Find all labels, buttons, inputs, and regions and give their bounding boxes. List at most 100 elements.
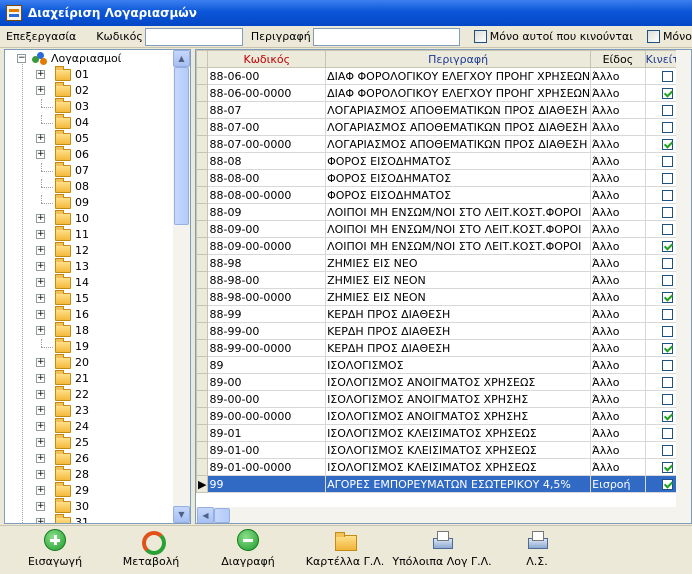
row-indicator[interactable] [196, 390, 209, 408]
cell-code[interactable]: 88-98-00-0000 [207, 288, 327, 306]
tree-item-19[interactable]: 19 [5, 338, 173, 355]
tree-item-10[interactable]: +10 [5, 210, 173, 227]
cell-code[interactable]: 88-98 [207, 254, 327, 272]
moving-checkbox[interactable] [662, 445, 674, 456]
tree-item-12[interactable]: +12 [5, 242, 173, 259]
cell-description[interactable]: ΛΟΓΑΡΙΑΣΜΟΣ ΑΠΟΘΕΜΑΤΙΚΩΝ ΠΡΟΣ ΔΙΑΘΕΣΗ [325, 101, 592, 119]
cell-type[interactable]: Άλλο [590, 118, 646, 136]
cell-type[interactable]: Άλλο [590, 169, 646, 187]
accounts-tree[interactable]: − Λογαριασμοί +01 +02 03 04 +05 +06 07 08 09 +10 +… [4, 49, 191, 524]
ledger-balances-button[interactable]: Υπόλοιπα Λογ Γ.Λ. [392, 529, 492, 568]
cell-type[interactable]: Άλλο [590, 373, 646, 391]
row-indicator[interactable] [196, 271, 209, 289]
cell-type[interactable]: Άλλο [590, 135, 646, 153]
cell-code[interactable]: 88-08-00-0000 [207, 186, 327, 204]
row-indicator[interactable] [196, 220, 209, 238]
tree-item-26[interactable]: +26 [5, 450, 173, 467]
cell-code[interactable]: 89-00-00-0000 [207, 407, 327, 425]
accounts-grid[interactable]: Κωδικός Περιγραφή Είδος Κινείται 88-06-0… [195, 49, 692, 524]
cell-description[interactable]: ΙΣΟΛΟΓΙΣΜΟΣ ΚΛΕΙΣΙΜΑΤΟΣ ΧΡΗΣΕΩΣ [325, 458, 592, 476]
moving-checkbox[interactable] [662, 156, 674, 167]
scroll-thumb[interactable] [214, 508, 230, 523]
row-indicator[interactable]: ▶ [196, 475, 209, 493]
table-row[interactable]: 88-98 ΖΗΜΙΕΣ ΕΙΣ ΝΕΟ Άλλο [196, 254, 691, 272]
scroll-thumb[interactable] [174, 67, 189, 225]
tree-item-16[interactable]: +16 [5, 306, 173, 323]
row-indicator[interactable] [196, 84, 209, 102]
cell-description[interactable]: ΙΣΟΛΟΓΙΣΜΟΣ ΑΝΟΙΓΜΑΤΟΣ ΧΡΗΣΗΣ [325, 407, 592, 425]
moving-checkbox[interactable] [662, 462, 674, 473]
cell-code[interactable]: 88-09-00-0000 [207, 237, 327, 255]
row-indicator[interactable] [196, 254, 209, 272]
expand-icon[interactable]: + [36, 326, 45, 335]
cell-description[interactable]: ΔΙΑΦ ΦΟΡΟΛΟΓΙΚΟΥ ΕΛΕΓΧΟΥ ΠΡΟΗΓ ΧΡΗΣΕΩΝ [325, 84, 592, 102]
moving-checkbox[interactable] [662, 326, 674, 337]
cell-type[interactable]: Άλλο [590, 305, 646, 323]
row-indicator[interactable] [196, 169, 209, 187]
cell-type[interactable]: Άλλο [590, 288, 646, 306]
expand-icon[interactable]: + [36, 150, 45, 159]
cell-description[interactable]: ΛΟΓΑΡΙΑΣΜΟΣ ΑΠΟΘΕΜΑΤΙΚΩΝ ΠΡΟΣ ΔΙΑΘΕΣΗ [325, 135, 592, 153]
table-row[interactable]: 89-01 ΙΣΟΛΟΓΙΣΜΟΣ ΚΛΕΙΣΙΜΑΤΟΣ ΧΡΗΣΕΩΣ Άλλο [196, 424, 691, 442]
cell-description[interactable]: ΑΓΟΡΕΣ ΕΜΠΟΡΕΥΜΑΤΩΝ ΕΣΩΤΕΡΙΚΟΥ 4,5% [325, 475, 592, 493]
expand-icon[interactable]: + [36, 374, 45, 383]
expand-icon[interactable]: + [36, 518, 45, 523]
expand-icon[interactable]: + [36, 358, 45, 367]
cell-type[interactable]: Άλλο [590, 220, 646, 238]
tree-item-22[interactable]: +22 [5, 386, 173, 403]
cell-type[interactable]: Άλλο [590, 441, 646, 459]
cell-description[interactable]: ΚΕΡΔΗ ΠΡΟΣ ΔΙΑΘΕΣΗ [325, 322, 592, 340]
tree-item-07[interactable]: 07 [5, 162, 173, 179]
cell-type[interactable]: Άλλο [590, 101, 646, 119]
moving-checkbox[interactable] [662, 258, 674, 269]
row-indicator[interactable] [196, 322, 209, 340]
tree-item-11[interactable]: +11 [5, 226, 173, 243]
cell-description[interactable]: ΛΟΓΑΡΙΑΣΜΟΣ ΑΠΟΘΕΜΑΤΙΚΩΝ ΠΡΟΣ ΔΙΑΘΕΣΗ [325, 118, 592, 136]
cell-description[interactable]: ΖΗΜΙΕΣ ΕΙΣ ΝΕΟΝ [325, 288, 592, 306]
table-row[interactable]: 88-06-00-0000 ΔΙΑΦ ΦΟΡΟΛΟΓΙΚΟΥ ΕΛΕΓΧΟΥ ΠΡ… [196, 84, 691, 102]
table-row[interactable]: ▶ 99 ΑΓΟΡΕΣ ΕΜΠΟΡΕΥΜΑΤΩΝ ΕΣΩΤΕΡΙΚΟΥ 4,5% Ει… [196, 475, 691, 493]
cell-description[interactable]: ΚΕΡΔΗ ΠΡΟΣ ΔΙΑΘΕΣΗ [325, 339, 592, 357]
tree-vertical-scrollbar[interactable]: ▲ ▼ [173, 50, 190, 523]
tree-item-06[interactable]: +06 [5, 146, 173, 163]
table-row[interactable]: 88-98-00-0000 ΖΗΜΙΕΣ ΕΙΣ ΝΕΟΝ Άλλο [196, 288, 691, 306]
tree-item-23[interactable]: +23 [5, 402, 173, 419]
cell-code[interactable]: 89 [207, 356, 327, 374]
cell-description[interactable]: ΦΟΡΟΣ ΕΙΣΟΔΗΜΑΤΟΣ [325, 186, 592, 204]
cell-code[interactable]: 99 [207, 475, 327, 493]
expand-icon[interactable]: + [36, 438, 45, 447]
row-indicator[interactable] [196, 288, 209, 306]
expand-icon[interactable]: + [36, 86, 45, 95]
row-indicator[interactable] [196, 373, 209, 391]
tree-item-14[interactable]: +14 [5, 274, 173, 291]
cell-type[interactable]: Άλλο [590, 152, 646, 170]
cell-description[interactable]: ΔΙΑΦ ΦΟΡΟΛΟΓΙΚΟΥ ΕΛΕΓΧΟΥ ΠΡΟΗΓ ΧΡΗΣΕΩΝ [325, 67, 592, 85]
moving-checkbox[interactable] [662, 479, 674, 490]
row-indicator[interactable] [196, 237, 209, 255]
moving-checkbox[interactable] [662, 190, 674, 201]
cell-code[interactable]: 88-09-00 [207, 220, 327, 238]
tree-item-28[interactable]: +28 [5, 466, 173, 483]
grid-vertical-scrollbar[interactable] [676, 50, 691, 507]
scroll-down-button[interactable]: ▼ [173, 506, 190, 523]
row-indicator[interactable] [196, 101, 209, 119]
moving-checkbox[interactable] [662, 71, 674, 82]
table-row[interactable]: 88-98-00 ΖΗΜΙΕΣ ΕΙΣ ΝΕΟΝ Άλλο [196, 271, 691, 289]
row-indicator[interactable] [196, 67, 209, 85]
moving-checkbox[interactable] [662, 173, 674, 184]
cell-description[interactable]: ΖΗΜΙΕΣ ΕΙΣ ΝΕΟ [325, 254, 592, 272]
row-indicator[interactable] [196, 407, 209, 425]
ls-button[interactable]: Λ.Σ. [512, 529, 562, 568]
cell-type[interactable]: Άλλο [590, 407, 646, 425]
table-row[interactable]: 89 ΙΣΟΛΟΓΙΣΜΟΣ Άλλο [196, 356, 691, 374]
tree-item-04[interactable]: 04 [5, 114, 173, 131]
table-row[interactable]: 88-07 ΛΟΓΑΡΙΑΣΜΟΣ ΑΠΟΘΕΜΑΤΙΚΩΝ ΠΡΟΣ ΔΙΑΘΕ… [196, 101, 691, 119]
cell-description[interactable]: ΙΣΟΛΟΓΙΣΜΟΣ ΚΛΕΙΣΙΜΑΤΟΣ ΧΡΗΣΕΩΣ [325, 424, 592, 442]
cell-type[interactable]: Άλλο [590, 339, 646, 357]
moving-checkbox[interactable] [662, 139, 674, 150]
cell-type[interactable]: Άλλο [590, 458, 646, 476]
cell-type[interactable]: Εισροή [590, 475, 646, 493]
moving-checkbox[interactable] [662, 88, 674, 99]
expand-icon[interactable]: + [36, 422, 45, 431]
cell-description[interactable]: ΛΟΙΠΟΙ ΜΗ ΕΝΣΩΜ/ΝΟΙ ΣΤΟ ΛΕΙΤ.ΚΟΣΤ.ΦΟΡΟΙ [325, 203, 592, 221]
